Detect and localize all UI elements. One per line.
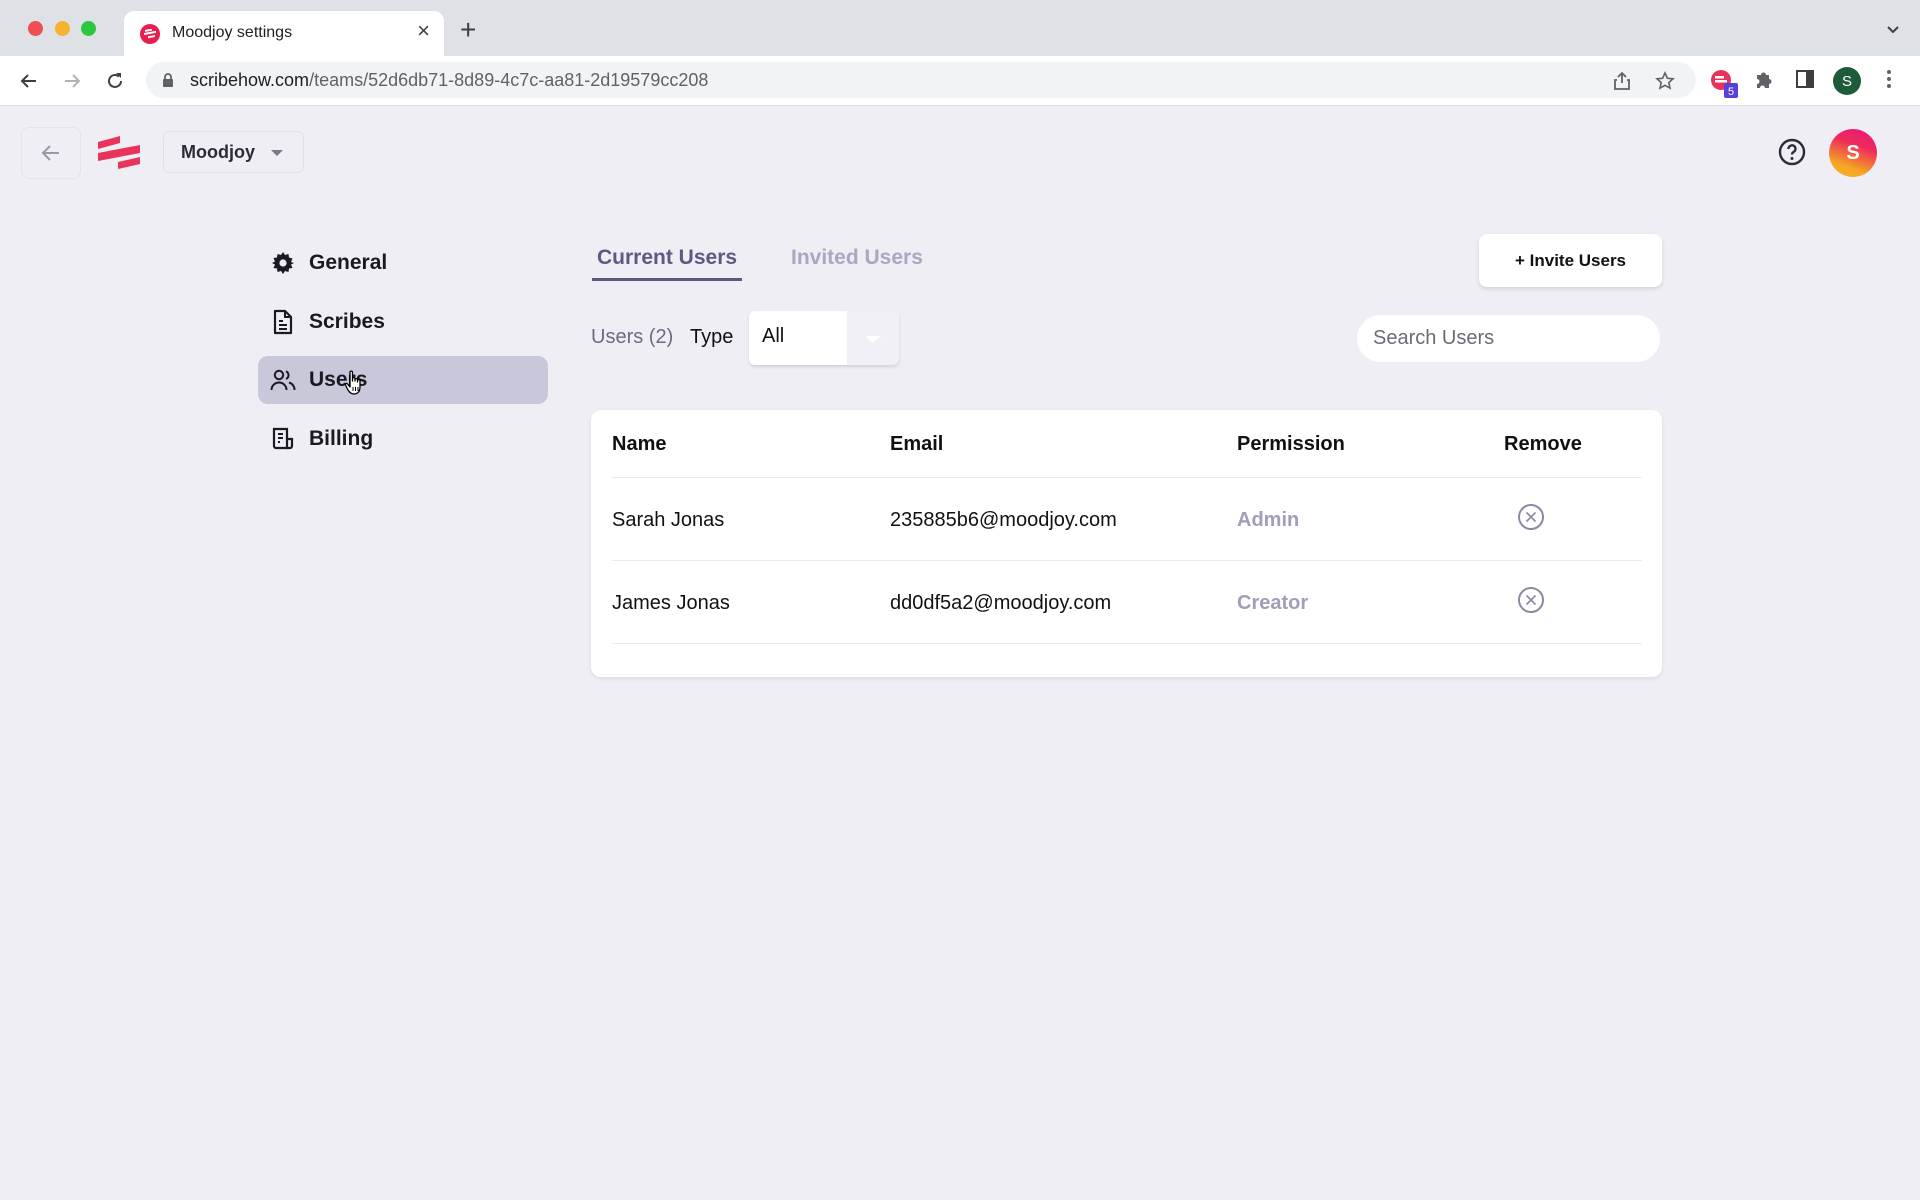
user-name: Sarah Jonas — [612, 509, 725, 531]
search-users-input[interactable] — [1357, 315, 1660, 362]
url-path: /teams/52d6db71-8d89-4c7c-aa81-2d19579cc… — [309, 70, 709, 90]
tab-invited-users[interactable]: Invited Users — [791, 246, 923, 270]
pointer-hand-cursor-icon — [344, 370, 366, 401]
row-divider — [612, 560, 1642, 561]
user-permission[interactable]: Creator — [1237, 592, 1308, 615]
sidebar-item-billing[interactable]: Billing — [258, 415, 548, 463]
document-icon — [270, 309, 296, 335]
type-filter-label: Type — [690, 326, 734, 348]
remove-user-icon[interactable] — [1517, 586, 1545, 614]
back-arrow-icon — [41, 145, 59, 161]
url-text: scribehow.com/teams/52d6db71-8d89-4c7c-a… — [190, 70, 708, 91]
column-header-permission: Permission — [1237, 433, 1345, 455]
sidebar-item-label: Billing — [309, 427, 374, 450]
tab-close-icon[interactable]: × — [417, 20, 430, 42]
row-divider — [612, 477, 1642, 478]
user-avatar[interactable]: S — [1829, 129, 1877, 177]
url-host: scribehow.com — [190, 70, 310, 90]
browser-menu-icon[interactable] — [1886, 69, 1892, 94]
invite-users-button[interactable]: + Invite Users — [1479, 234, 1662, 287]
tab-current-users[interactable]: Current Users — [592, 246, 743, 281]
sidebar-item-scribes[interactable]: Scribes — [258, 298, 548, 346]
window-close-button[interactable] — [28, 21, 43, 36]
lock-icon — [162, 73, 174, 92]
user-email: dd0df5a2@moodjoy.com — [890, 592, 1112, 614]
caret-down-icon — [271, 150, 283, 156]
browser-toolbar: scribehow.com/teams/52d6db71-8d89-4c7c-a… — [0, 56, 1920, 106]
address-bar[interactable]: scribehow.com/teams/52d6db71-8d89-4c7c-a… — [146, 62, 1696, 98]
window-maximize-button[interactable] — [81, 21, 96, 36]
caret-down-icon — [865, 336, 881, 343]
users-count: Users (2) — [591, 326, 674, 348]
type-filter-dropdown[interactable]: All — [749, 311, 899, 365]
billing-icon — [270, 426, 296, 452]
forward-arrow-icon[interactable] — [60, 69, 84, 93]
browser-tab-bar: Moodjoy settings × + — [0, 0, 1920, 56]
side-panel-icon[interactable] — [1795, 69, 1815, 94]
window-minimize-button[interactable] — [55, 21, 70, 36]
tab-search-chevron-icon[interactable] — [1886, 22, 1900, 40]
user-name: James Jonas — [612, 592, 730, 614]
scribe-favicon-icon — [140, 24, 160, 44]
tab-title: Moodjoy settings — [172, 24, 293, 41]
extension-badge-count: 5 — [1728, 86, 1734, 98]
users-table: Name Email Permission Remove Sarah Jonas… — [591, 410, 1662, 677]
sidebar-item-users[interactable]: Users — [258, 356, 548, 404]
back-button[interactable] — [21, 127, 81, 179]
team-switcher-dropdown[interactable]: Moodjoy — [163, 131, 304, 173]
gear-icon — [270, 250, 296, 276]
team-name: Moodjoy — [181, 141, 255, 162]
user-permission[interactable]: Admin — [1237, 509, 1299, 532]
remove-user-icon[interactable] — [1517, 503, 1545, 531]
scribe-extension-icon[interactable]: 5 — [1710, 69, 1740, 104]
share-icon[interactable] — [1613, 71, 1631, 96]
browser-tab[interactable]: Moodjoy settings × — [124, 11, 444, 56]
column-header-name: Name — [612, 433, 667, 455]
back-arrow-icon[interactable] — [17, 69, 41, 93]
row-divider — [612, 643, 1642, 644]
reload-icon[interactable] — [103, 69, 127, 93]
profile-avatar[interactable]: S — [1833, 67, 1861, 95]
column-header-remove: Remove — [1504, 433, 1582, 455]
user-email: 235885b6@moodjoy.com — [890, 509, 1117, 531]
help-question-icon[interactable] — [1778, 138, 1806, 171]
new-tab-icon[interactable]: + — [460, 16, 476, 44]
sidebar-item-general[interactable]: General — [258, 239, 548, 287]
users-icon — [270, 367, 296, 393]
extensions-puzzle-icon[interactable] — [1753, 69, 1775, 96]
sidebar-item-label: Scribes — [309, 310, 385, 333]
scribe-logo[interactable] — [98, 136, 142, 177]
sidebar-item-label: General — [309, 251, 388, 274]
bookmark-star-icon[interactable] — [1655, 71, 1675, 96]
type-filter-value: All — [749, 311, 847, 365]
column-header-email: Email — [890, 433, 944, 455]
